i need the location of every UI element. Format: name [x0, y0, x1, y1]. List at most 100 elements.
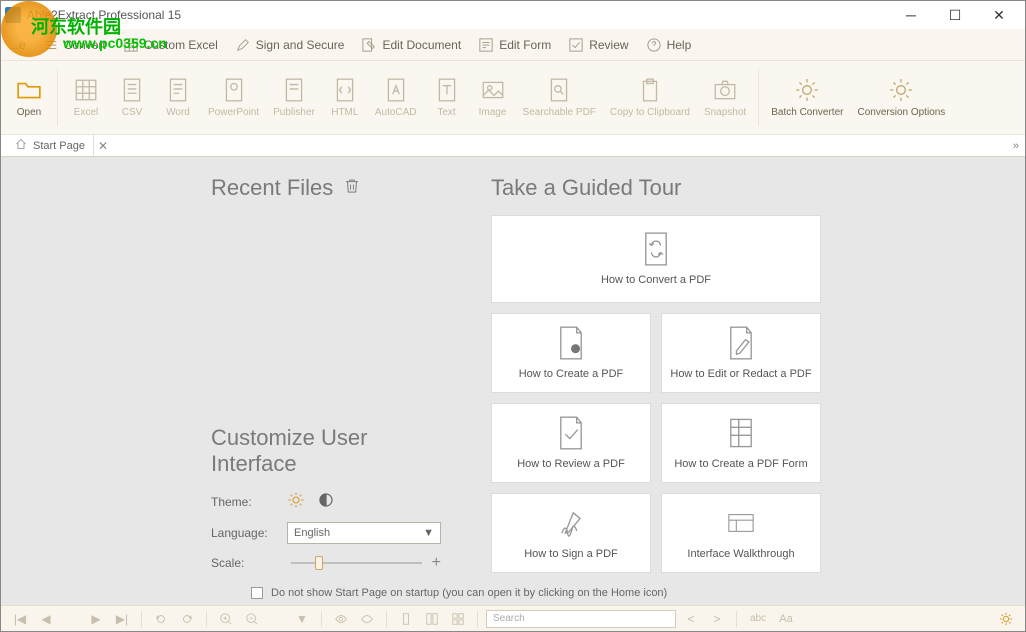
tool-autocad[interactable]: AutoCAD	[369, 65, 423, 130]
tool-open[interactable]: Open	[7, 65, 51, 130]
tool-batch-converter[interactable]: Batch Converter	[765, 65, 849, 130]
tab-label: Start Page	[33, 140, 85, 152]
home-icon	[15, 138, 27, 153]
tool-image[interactable]: Image	[471, 65, 515, 130]
toolbar: Open Excel CSV Word PowerPoint Publisher…	[1, 61, 1025, 135]
maximize-button[interactable]: ☐	[933, 1, 977, 29]
scale-plus-button[interactable]: +	[432, 554, 441, 572]
search-next-button[interactable]: >	[706, 609, 728, 629]
tool-clipboard[interactable]: Copy to Clipboard	[604, 65, 696, 130]
recent-files-heading: Recent Files	[211, 175, 441, 201]
startup-row: Do not show Start Page on startup (you c…	[251, 587, 995, 599]
tour-card-label: How to Review a PDF	[517, 458, 625, 470]
customize-heading: Customize User Interface	[211, 425, 441, 477]
create-icon	[557, 326, 585, 360]
window-title: Able2Extract Professional 15	[27, 8, 889, 22]
zoom-out-button[interactable]	[241, 609, 263, 629]
theme-dark-button[interactable]	[317, 491, 335, 512]
theme-label: Theme:	[211, 495, 287, 509]
autocad-icon	[383, 77, 409, 103]
tab-close-button[interactable]: ✕	[94, 139, 112, 153]
menu-convert[interactable]: Convert	[44, 38, 106, 52]
tool-word[interactable]: Word	[156, 65, 200, 130]
tour-review-pdf[interactable]: How to Review a PDF	[491, 403, 651, 483]
menu-sign-secure[interactable]: Sign and Secure	[236, 38, 345, 52]
rotate-left-button[interactable]	[150, 609, 172, 629]
language-row: Language: English▼	[211, 522, 441, 544]
language-label: Language:	[211, 526, 287, 540]
menu-bar: ...e Convert Custom Excel Sign and Secur…	[1, 29, 1025, 61]
tool-html[interactable]: HTML	[323, 65, 367, 130]
pen-icon	[236, 38, 250, 52]
layout1-button[interactable]	[395, 609, 417, 629]
layout3-button[interactable]	[447, 609, 469, 629]
tour-card-label: How to Edit or Redact a PDF	[670, 368, 811, 380]
startup-checkbox[interactable]	[251, 587, 263, 599]
tour-card-label: How to Create a PDF Form	[674, 458, 807, 470]
form-icon	[479, 38, 493, 52]
nav-first-button[interactable]: |◀	[9, 609, 31, 629]
theme-light-button[interactable]	[287, 491, 305, 512]
tour-edit-pdf[interactable]: How to Edit or Redact a PDF	[661, 313, 821, 393]
scale-slider[interactable]	[291, 562, 422, 564]
menu-edit-form[interactable]: Edit Form	[479, 38, 551, 52]
camera-icon	[712, 77, 738, 103]
review-icon	[557, 416, 585, 450]
footer-bar: |◀ ◀ ▶ ▶| ▼ Search < > abc Aa	[1, 605, 1025, 631]
whole-word-button[interactable]: abc	[745, 609, 771, 629]
brightness-button[interactable]	[995, 609, 1017, 629]
form-pdf-icon	[727, 416, 755, 450]
check-icon	[569, 38, 583, 52]
case-button[interactable]: Aa	[775, 609, 797, 629]
tour-sign-pdf[interactable]: How to Sign a PDF	[491, 493, 651, 573]
grid-icon	[124, 38, 138, 52]
options-icon	[888, 77, 914, 103]
tool-publisher[interactable]: Publisher	[267, 65, 321, 130]
menu-edit-document[interactable]: Edit Document	[362, 38, 461, 52]
tool-powerpoint[interactable]: PowerPoint	[202, 65, 265, 130]
tour-create-pdf[interactable]: How to Create a PDF	[491, 313, 651, 393]
search-doc-icon	[546, 77, 572, 103]
menu-review[interactable]: Review	[569, 38, 628, 52]
menu-custom-excel[interactable]: Custom Excel	[124, 38, 218, 52]
excel-icon	[73, 77, 99, 103]
view-mode2-button[interactable]	[356, 609, 378, 629]
view-mode1-button[interactable]	[330, 609, 352, 629]
nav-prev-button[interactable]: ◀	[35, 609, 57, 629]
search-prev-button[interactable]: <	[680, 609, 702, 629]
tool-searchable-pdf[interactable]: Searchable PDF	[517, 65, 602, 130]
minimize-button[interactable]: ─	[889, 1, 933, 29]
close-button[interactable]: ✕	[977, 1, 1021, 29]
tour-create-form[interactable]: How to Create a PDF Form	[661, 403, 821, 483]
edit-icon	[362, 38, 376, 52]
html-icon	[332, 77, 358, 103]
tab-strip: Start Page ✕ »	[1, 135, 1025, 157]
tool-text[interactable]: Text	[425, 65, 469, 130]
search-input[interactable]: Search	[486, 610, 676, 628]
nav-next-button[interactable]: ▶	[85, 609, 107, 629]
trash-icon[interactable]	[343, 175, 361, 201]
convert-icon	[642, 232, 670, 266]
tab-overflow-button[interactable]: »	[1007, 140, 1025, 152]
chevron-down-icon: ▼	[423, 527, 434, 539]
rotate-right-button[interactable]	[176, 609, 198, 629]
tool-conversion-options[interactable]: Conversion Options	[851, 65, 951, 130]
publisher-icon	[281, 77, 307, 103]
scale-row: Scale: +	[211, 554, 441, 572]
image-icon	[480, 77, 506, 103]
tool-snapshot[interactable]: Snapshot	[698, 65, 752, 130]
tool-excel[interactable]: Excel	[64, 65, 108, 130]
tab-start-page[interactable]: Start Page	[7, 135, 94, 156]
zoom-in-button[interactable]	[215, 609, 237, 629]
tour-interface-walkthrough[interactable]: Interface Walkthrough	[661, 493, 821, 573]
layout2-button[interactable]	[421, 609, 443, 629]
help-icon	[647, 38, 661, 52]
tool-csv[interactable]: CSV	[110, 65, 154, 130]
nav-last-button[interactable]: ▶|	[111, 609, 133, 629]
gear-icon	[794, 77, 820, 103]
menu-help[interactable]: Help	[647, 38, 692, 52]
menu-file[interactable]: ...e	[9, 38, 26, 52]
zoom-dropdown[interactable]: ▼	[291, 609, 313, 629]
tour-convert-pdf[interactable]: How to Convert a PDF	[491, 215, 821, 303]
language-select[interactable]: English▼	[287, 522, 441, 544]
